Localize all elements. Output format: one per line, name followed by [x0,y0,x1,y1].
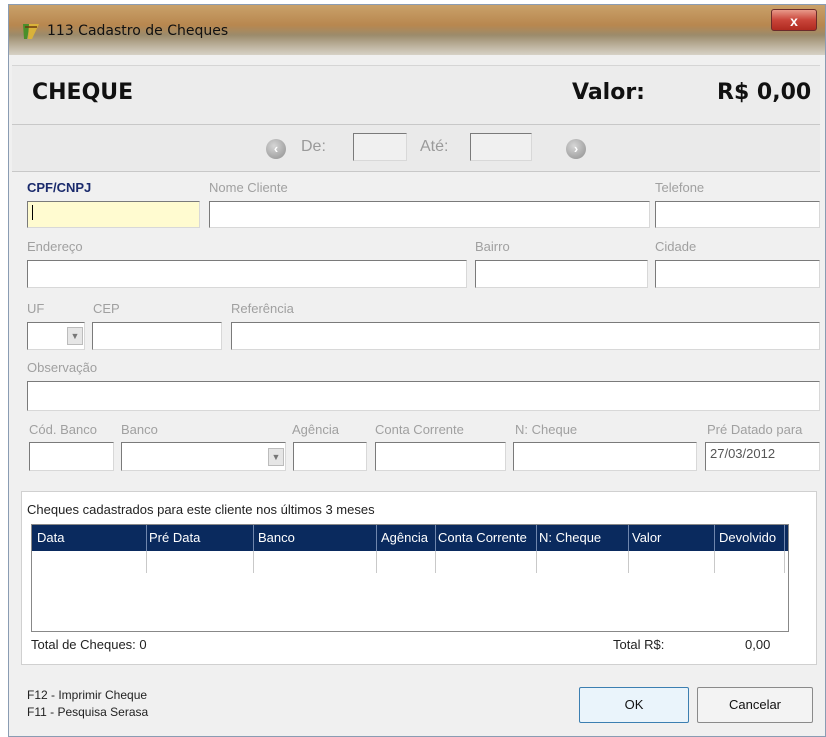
valor-amount: R$ 0,00 [717,80,812,105]
pre-datado-label: Pré Datado para [707,422,803,437]
cep-input[interactable] [92,322,222,350]
cod-banco-input[interactable] [29,442,114,471]
agencia-label: Agência [292,422,339,437]
history-title: Cheques cadastrados para este cliente no… [27,502,375,517]
observacao-label: Observação [27,360,98,375]
chevron-down-icon[interactable]: ▼ [67,327,83,345]
grid-header: Data Pré Data Banco Agência Conta Corren… [32,525,788,551]
endereco-input[interactable] [27,260,467,288]
cpf-cnpj-input[interactable] [27,201,200,228]
column-header-conta-corrente[interactable]: Conta Corrente [438,530,527,545]
banco-label: Banco [121,422,158,437]
column-header-n-cheque[interactable]: N: Cheque [539,530,601,545]
column-divider [435,525,436,551]
column-header-valor[interactable]: Valor [632,530,661,545]
cpf-cnpj-label: CPF/CNPJ [27,180,92,195]
row-divider [376,551,377,573]
previous-arrow-icon[interactable]: ‹ [266,139,286,159]
column-divider [253,525,254,551]
row-divider [784,551,785,573]
uf-select[interactable]: ▼ [27,322,85,350]
column-divider [146,525,147,551]
ate-label: Até: [420,138,449,155]
de-field[interactable] [353,133,407,161]
referencia-label: Referência [231,301,294,316]
row-divider [536,551,537,573]
de-label: De: [301,138,326,155]
conta-corrente-input[interactable] [375,442,506,471]
title-bar[interactable]: 113 Cadastro de Cheques x [9,5,825,55]
total-cheques-label: Total de Cheques: 0 [31,637,147,652]
column-divider [628,525,629,551]
n-cheque-label: N: Cheque [515,422,578,437]
header-bar: CHEQUE Valor: R$ 0,00 [12,65,820,125]
ate-field[interactable] [470,133,532,161]
endereco-label: Endereço [27,239,83,254]
shortcut-hint-print: F12 - Imprimir Cheque [27,688,148,702]
row-divider [146,551,147,573]
total-rs-value: 0,00 [745,637,771,652]
column-header-devolvido[interactable]: Devolvido [719,530,776,545]
cidade-input[interactable] [655,260,820,288]
cep-label: CEP [93,301,120,316]
row-divider [714,551,715,573]
app-logo-icon [23,24,39,39]
close-button[interactable]: x [771,9,817,31]
column-header-agencia[interactable]: Agência [381,530,428,545]
dialog-window: 113 Cadastro de Cheques x CHEQUE Valor: … [8,4,826,737]
bairro-label: Bairro [475,239,510,254]
column-divider [536,525,537,551]
cancel-button[interactable]: Cancelar [697,687,813,723]
shortcut-hint-serasa: F11 - Pesquisa Serasa [27,705,149,719]
cod-banco-label: Cód. Banco [29,422,97,437]
row-divider [628,551,629,573]
page-title: CHEQUE [32,80,134,105]
observacao-input[interactable] [27,381,820,411]
nome-cliente-input[interactable] [209,201,650,228]
history-grid[interactable]: Data Pré Data Banco Agência Conta Corren… [31,524,789,632]
nome-cliente-label: Nome Cliente [209,180,288,195]
bairro-input[interactable] [475,260,648,288]
total-rs-label: Total R$: [613,637,665,652]
conta-corrente-label: Conta Corrente [375,422,464,437]
telefone-label: Telefone [655,180,705,195]
column-header-pre-data[interactable]: Pré Data [149,530,200,545]
agencia-input[interactable] [293,442,367,471]
window-title: 113 Cadastro de Cheques [47,23,229,39]
valor-label: Valor: [572,80,645,105]
column-divider [714,525,715,551]
record-navigation: ‹ De: Até: › [12,125,820,172]
column-divider [376,525,377,551]
uf-label: UF [27,301,45,316]
text-cursor [32,205,33,220]
telefone-input[interactable] [655,201,820,228]
referencia-input[interactable] [231,322,820,350]
chevron-down-icon[interactable]: ▼ [268,448,284,466]
column-header-data[interactable]: Data [37,530,64,545]
pre-datado-input[interactable]: 27/03/2012 [705,442,820,471]
row-divider [253,551,254,573]
ok-button[interactable]: OK [579,687,689,723]
n-cheque-input[interactable] [513,442,697,471]
dialog-body: CHEQUE Valor: R$ 0,00 ‹ De: Até: › CPF/C… [9,55,825,736]
cidade-label: Cidade [655,239,697,254]
banco-select[interactable]: ▼ [121,442,286,471]
next-arrow-icon[interactable]: › [566,139,586,159]
column-divider [784,525,785,551]
column-header-banco[interactable]: Banco [258,530,295,545]
row-divider [435,551,436,573]
